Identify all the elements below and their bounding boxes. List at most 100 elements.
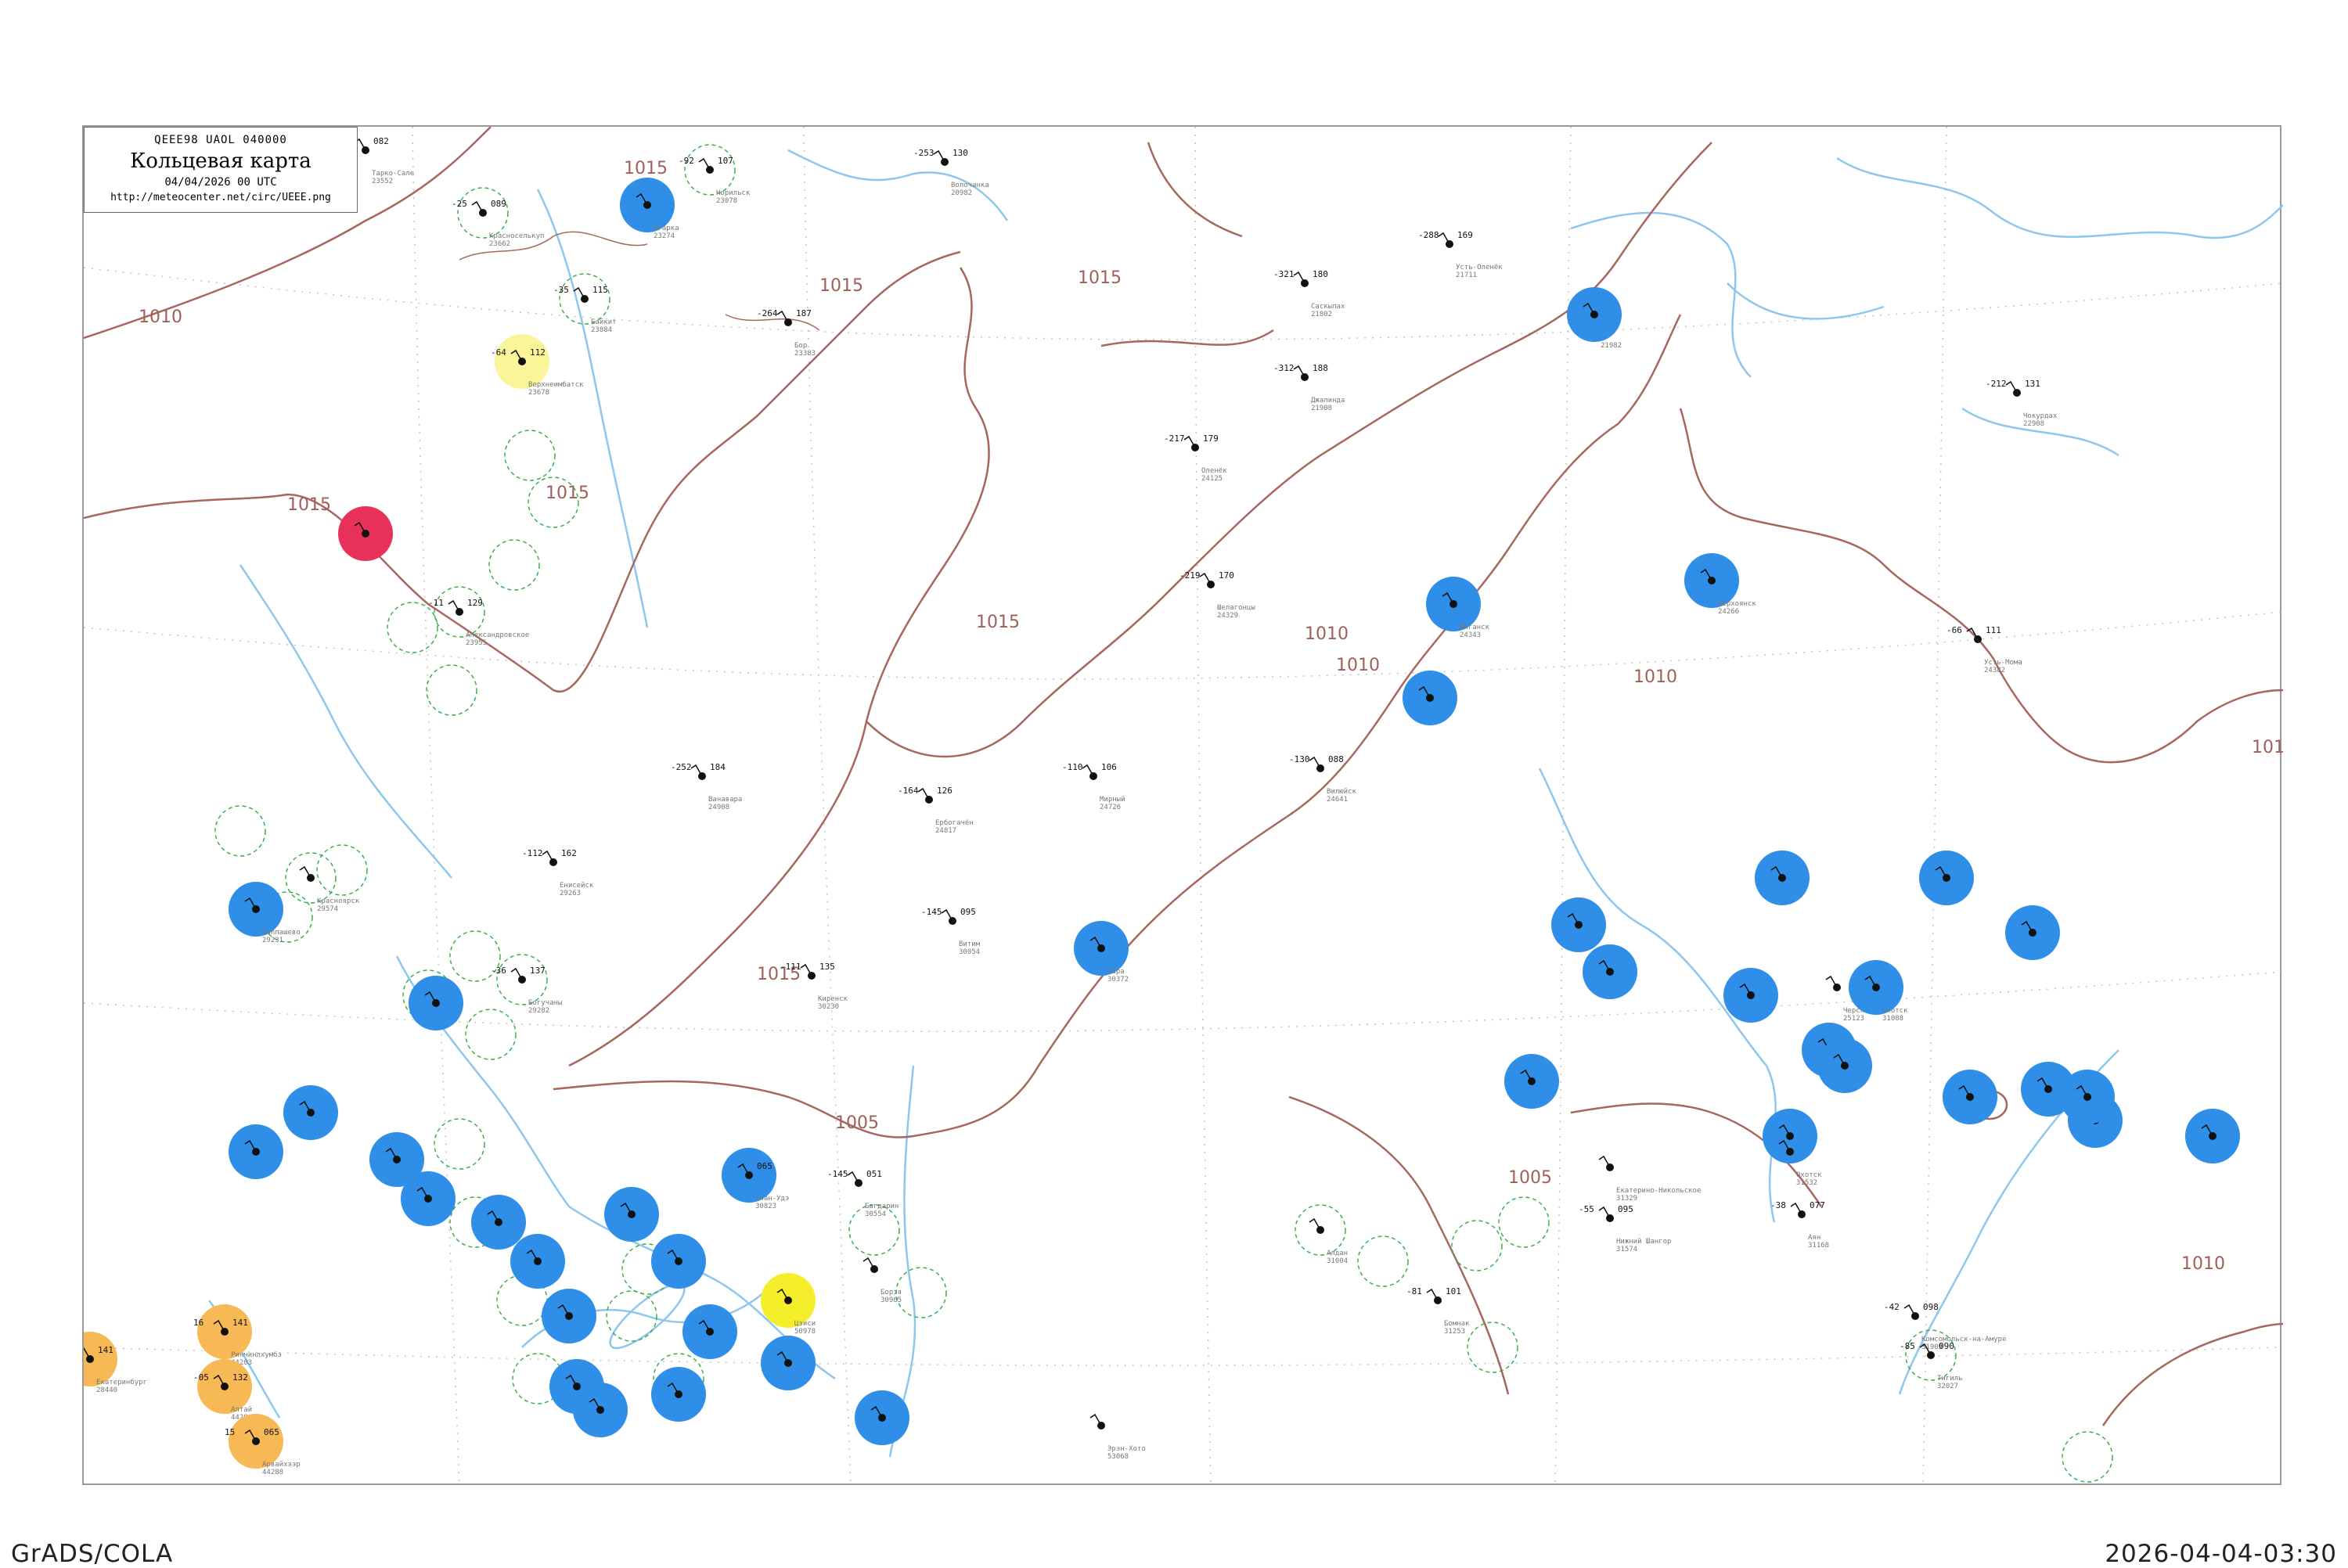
- station-temperature: -217: [1164, 433, 1185, 444]
- station-name: Жиганск: [1460, 624, 1490, 631]
- render-timestamp: 2026-04-04-03:30: [2105, 1540, 2337, 1568]
- station-highlight-ring: [316, 844, 368, 896]
- isobars: [84, 127, 2283, 1426]
- map-frame: 1010 1015 1015 1015 1015 1015 1015 1010 1010 101 5…: [82, 125, 2283, 1487]
- station-index: 31004: [1327, 1257, 1348, 1265]
- station-highlight-ring: [387, 602, 438, 653]
- station-pressure: 101: [1446, 1286, 1461, 1296]
- station-temperature: -164: [898, 786, 919, 796]
- station-index: 44288: [262, 1469, 283, 1476]
- station-index: 21802: [1311, 311, 1332, 318]
- isobar-label: 1010: [139, 307, 182, 327]
- station-pressure: 141: [98, 1345, 113, 1355]
- station-index: 31168: [1808, 1242, 1829, 1250]
- station-name: Арвайхээр: [262, 1461, 301, 1469]
- station-index: 30054: [959, 948, 980, 956]
- station-temperature: -288: [1418, 230, 1439, 240]
- station-highlight-ring: [504, 430, 556, 481]
- station-temperature: -212: [1986, 379, 2007, 389]
- station-index: 30554: [865, 1210, 886, 1218]
- station-pressure: 180: [1313, 269, 1328, 279]
- station-name: Оленёк: [1201, 467, 1227, 475]
- station-temperature: -05: [193, 1372, 209, 1383]
- station-pressure: 088: [1328, 754, 1344, 764]
- station-index: 23884: [591, 326, 612, 334]
- isobar-label: 1015: [624, 159, 668, 178]
- station-name: Борзя: [880, 1289, 902, 1296]
- station-pressure: 051: [866, 1169, 882, 1179]
- station-highlight-ring: [214, 805, 266, 857]
- station-temperature: -145: [827, 1169, 848, 1179]
- station-temperature: -252: [671, 762, 692, 772]
- station-name: Ринчинлхумбэ: [231, 1350, 282, 1359]
- station-highlight-ring: [465, 1009, 517, 1060]
- station-name: Тарко-Сале: [372, 170, 414, 178]
- station-pressure: 095: [1618, 1204, 1633, 1214]
- station-name: Алтай: [231, 1406, 252, 1414]
- station-highlight-ring: [1357, 1235, 1409, 1287]
- station-name: Аян: [1808, 1234, 1820, 1242]
- station-index: 23552: [372, 178, 393, 185]
- station-temperature: -312: [1273, 363, 1295, 373]
- station-temperature: -321: [1273, 269, 1295, 279]
- station-temperature: -92: [679, 156, 694, 166]
- station-temperature: -38: [1770, 1200, 1786, 1210]
- station-index: 23383: [794, 350, 816, 358]
- station-temperature: -36: [491, 966, 506, 976]
- station-name: Енисейск: [560, 882, 594, 890]
- station-index: 24726: [1100, 804, 1121, 811]
- station-name: Чара: [1107, 968, 1125, 976]
- isobar-label: 1015: [819, 276, 863, 296]
- software-credit: GrADS/COLA: [11, 1540, 174, 1568]
- station-index: 20982: [951, 189, 972, 197]
- station-name: Мирный: [1100, 796, 1125, 804]
- station-pressure: 090: [1939, 1341, 1954, 1351]
- station-temperature: -81: [1406, 1286, 1422, 1296]
- station-name: Байкит: [591, 318, 617, 326]
- station-pressure: 184: [710, 762, 726, 772]
- station-pressure: 141: [232, 1318, 248, 1328]
- station-name: Норильск: [716, 189, 751, 197]
- station-name: Киренск: [818, 995, 848, 1003]
- station-name: Екатеринбург: [96, 1378, 147, 1386]
- station-name: Бомнак: [1444, 1320, 1470, 1328]
- map-url: http://meteocenter.net/circ/UEEE.png: [110, 192, 331, 203]
- station-index: 22908: [2023, 420, 2044, 428]
- station-pressure: 112: [530, 347, 546, 358]
- isobar-label: 1010: [1305, 624, 1349, 644]
- station-highlight-ring: [895, 1267, 947, 1318]
- station-index: 50978: [794, 1328, 816, 1336]
- station-pressure: 089: [491, 199, 506, 209]
- station-temperature: 15: [225, 1427, 235, 1437]
- station-index: 31532: [1796, 1179, 1817, 1187]
- station-index: 24817: [935, 827, 956, 835]
- isobar-label: 1010: [2181, 1254, 2225, 1274]
- station-index: 30965: [880, 1296, 902, 1304]
- station-name: Усть-Мома: [1984, 659, 2022, 667]
- station-pressure: 188: [1313, 363, 1328, 373]
- map-title-box: QEEE98 UAOL 040000 Кольцевая карта 04/04…: [84, 127, 358, 213]
- station-name: Охотск: [1796, 1171, 1822, 1179]
- station-index: 23662: [489, 240, 510, 248]
- station-index: 25123: [1843, 1015, 1864, 1023]
- station-pressure: 169: [1457, 230, 1473, 240]
- station-pressure: 187: [796, 308, 812, 318]
- station-index: 31088: [1882, 1015, 1903, 1023]
- map-date: 04/04/2026 00 UTC: [164, 176, 277, 189]
- isobar-label: 101: [2252, 738, 2283, 757]
- station-name: Верхнеимбатск: [528, 380, 584, 389]
- station-index: 23955: [466, 639, 487, 647]
- station-index: 30372: [1107, 976, 1129, 984]
- station-name: Александровское: [466, 631, 529, 639]
- station-pressure: 132: [232, 1372, 248, 1383]
- isobar-label: 1010: [1633, 667, 1677, 687]
- station-index: 29231: [262, 937, 283, 944]
- station-name: Богучаны: [528, 999, 562, 1007]
- station-name: Бор: [794, 342, 807, 350]
- station-pressure: 065: [264, 1427, 279, 1437]
- isobar-label: 1015: [287, 495, 331, 515]
- bulletin-code: QEEE98 UAOL 040000: [154, 134, 287, 146]
- isobar-label: 1015: [546, 484, 589, 503]
- station-temperature: -55: [1579, 1204, 1594, 1214]
- station-highlight-ring: [426, 664, 477, 716]
